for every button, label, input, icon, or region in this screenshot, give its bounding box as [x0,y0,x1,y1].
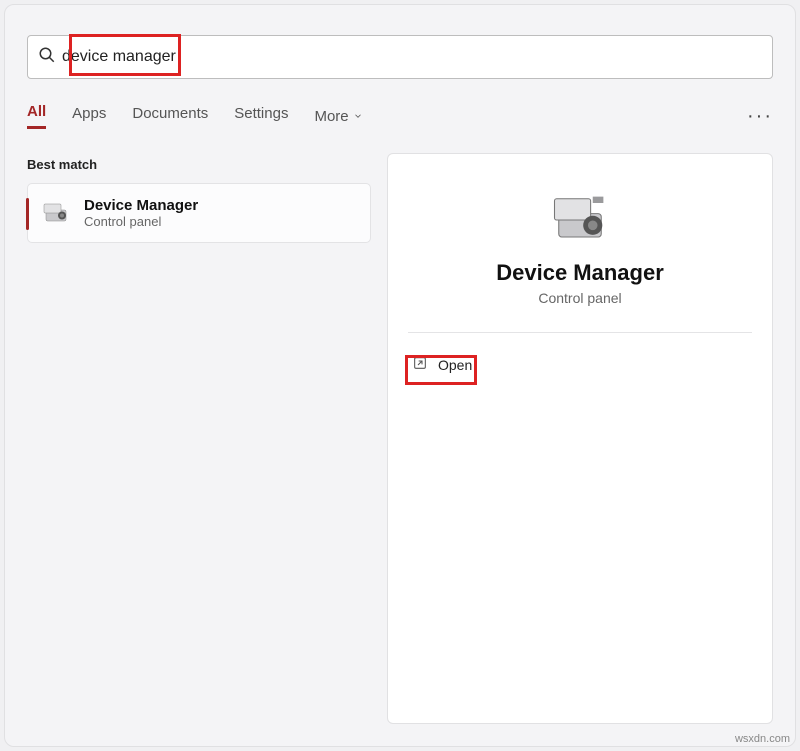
tab-all[interactable]: All [27,103,46,129]
search-icon [38,46,56,69]
tab-documents[interactable]: Documents [132,105,208,128]
tabs-row: All Apps Documents Settings More [27,99,773,133]
result-device-manager[interactable]: Device Manager Control panel [27,183,371,243]
detail-divider [408,332,752,333]
detail-title: Device Manager [496,260,664,286]
search-bar[interactable] [27,35,773,79]
search-window: All Apps Documents Settings More ··· Bes… [4,4,796,747]
watermark: wsxdn.com [735,733,790,745]
search-input[interactable] [56,48,762,66]
detail-subtitle: Control panel [538,290,621,306]
tab-more-label: More [314,108,348,125]
overflow-menu-button[interactable]: ··· [747,105,773,128]
open-external-icon [412,355,428,374]
chevron-down-icon [353,108,363,125]
result-subtitle: Control panel [84,214,198,229]
tab-more[interactable]: More [314,108,362,125]
tab-settings[interactable]: Settings [234,105,288,128]
open-action[interactable]: Open [408,351,476,378]
result-text: Device Manager Control panel [84,197,198,229]
device-manager-icon [40,197,72,229]
open-label: Open [438,357,472,373]
detail-panel: Device Manager Control panel Open [387,153,773,724]
result-title: Device Manager [84,197,198,214]
device-manager-large-icon [546,186,614,242]
tab-apps[interactable]: Apps [72,105,106,128]
best-match-label: Best match [27,157,97,172]
